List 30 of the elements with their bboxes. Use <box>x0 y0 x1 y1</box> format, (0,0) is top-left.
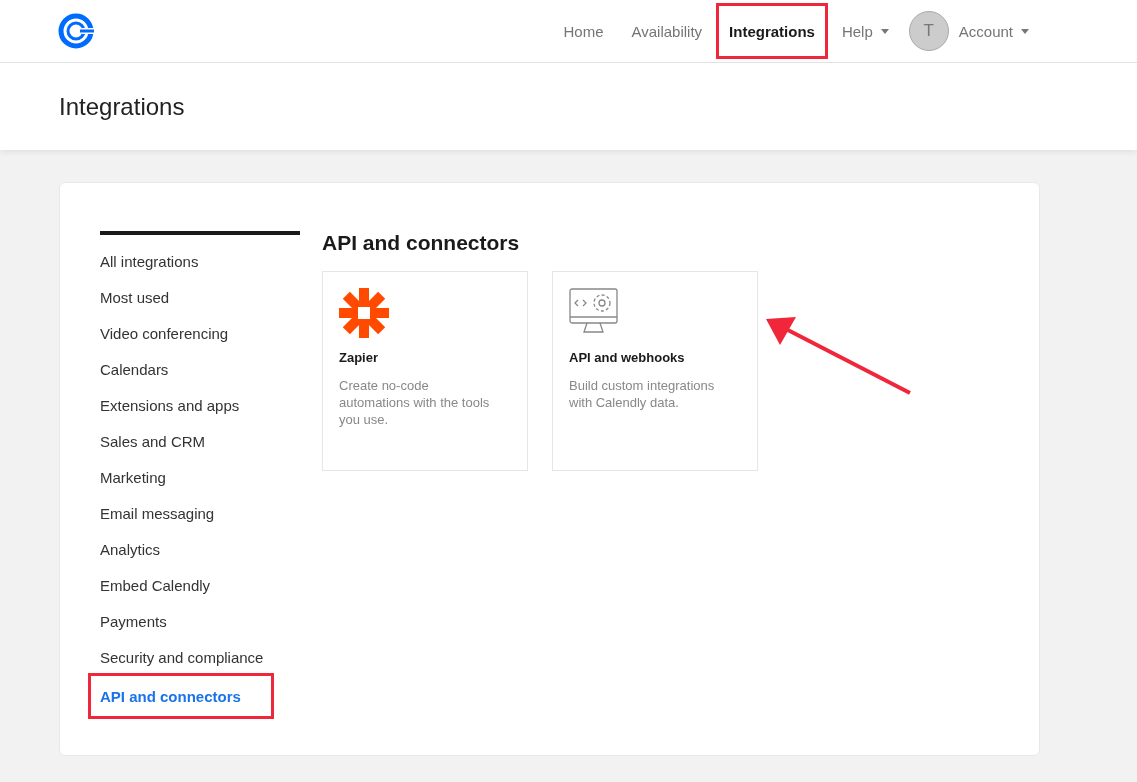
nav-link[interactable]: Integrations <box>729 22 815 40</box>
page-title: Integrations <box>59 92 185 121</box>
logo-icon[interactable] <box>58 13 94 49</box>
sidebar-item[interactable]: Payments <box>100 612 167 630</box>
sidebar-item[interactable]: All integrations <box>100 252 199 270</box>
nav-link[interactable]: Availability <box>631 22 703 40</box>
sidebar-item[interactable]: Sales and CRM <box>100 432 206 450</box>
card-title: API and webhooks <box>569 350 686 365</box>
sidebar-item[interactable]: Most used <box>100 288 170 306</box>
sidebar-item[interactable]: Analytics <box>100 540 161 558</box>
nav-link[interactable]: Help <box>841 22 889 40</box>
sidebar-item[interactable]: API and connectors <box>100 687 241 705</box>
integration-card[interactable]: Zapier Create no-code automations with the tools you use. <box>322 271 528 471</box>
sidebar-item[interactable]: Calendars <box>100 360 169 378</box>
caret-icon <box>1021 28 1029 34</box>
card-description: Create no-code automations with the tools you use. <box>339 377 491 428</box>
account-menu[interactable]: Account <box>958 22 1029 40</box>
caret-icon <box>880 28 889 34</box>
sidebar-item[interactable]: Security and compliance <box>100 648 264 666</box>
asterisk-icon <box>339 288 389 338</box>
sidebar-item[interactable]: Email messaging <box>100 504 215 522</box>
sidebar-item[interactable]: Extensions and apps <box>100 396 240 414</box>
nav-link[interactable]: Home <box>563 22 604 40</box>
card-title: Zapier <box>339 350 379 365</box>
integration-card[interactable]: API and webhooks Build custom integrations with Calendly data. <box>552 271 758 471</box>
sidebar-item[interactable]: Marketing <box>100 468 166 486</box>
card-description: Build custom integrations with Calendly data. <box>569 377 716 411</box>
sidebar-item[interactable]: Video conferencing <box>100 324 229 342</box>
section-heading: API and connectors <box>322 231 521 255</box>
sidebar-item[interactable]: Embed Calendly <box>100 576 211 594</box>
